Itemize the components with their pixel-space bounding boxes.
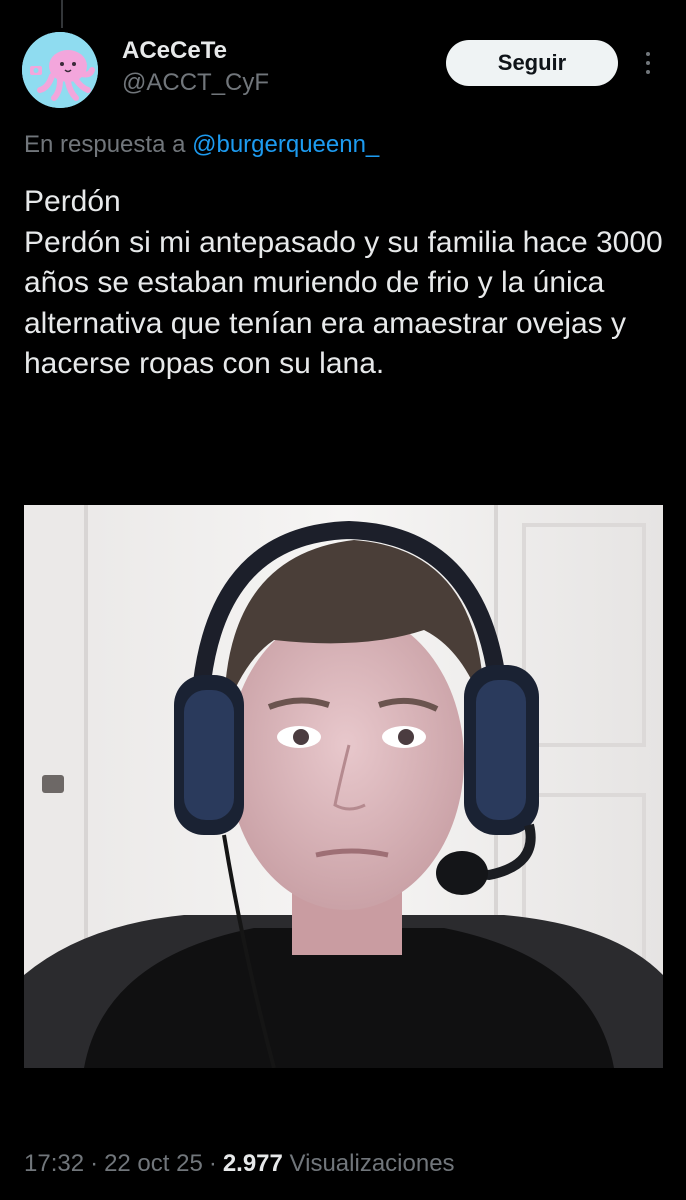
tweet-text: Perdón Perdón si mi antepasado y su fami… [24,182,664,385]
separator: · [208,1150,217,1177]
views-label: Visualizaciones [289,1150,455,1177]
tweet-metadata: 17:32 · 22 oct 25 · 2.977 Visualizaciones [24,1146,455,1182]
user-info[interactable]: ACeCeTe @ACCT_CyF [122,36,269,98]
dot [646,70,650,74]
tweet-media-image[interactable] [24,505,663,1068]
user-handle[interactable]: @ACCT_CyF [122,68,269,98]
thread-connector-line [61,0,63,28]
more-options-icon[interactable] [636,46,660,80]
tweet-date[interactable]: 22 oct 25 [104,1150,203,1177]
reply-prefix: En respuesta a [24,131,186,158]
man-with-headset-photo [24,505,663,1068]
tweet-text-line: Perdón [24,185,121,218]
display-name[interactable]: ACeCeTe [122,36,269,66]
reply-mention-link[interactable]: @burgerqueenn_ [192,131,379,158]
views-count: 2.977 [222,1150,283,1177]
tweet-header: ACeCeTe @ACCT_CyF Seguir [22,32,664,108]
tweet-text-line: Perdón si mi antepasado y su familia hac… [24,225,663,381]
dot [646,61,650,65]
follow-button[interactable]: Seguir [446,40,618,86]
reply-context: En respuesta a @burgerqueenn_ [24,128,379,162]
dot [646,52,650,56]
separator: · [90,1150,99,1177]
avatar[interactable] [22,32,98,108]
octopus-avatar-icon [22,32,98,108]
tweet-time[interactable]: 17:32 [24,1150,84,1177]
